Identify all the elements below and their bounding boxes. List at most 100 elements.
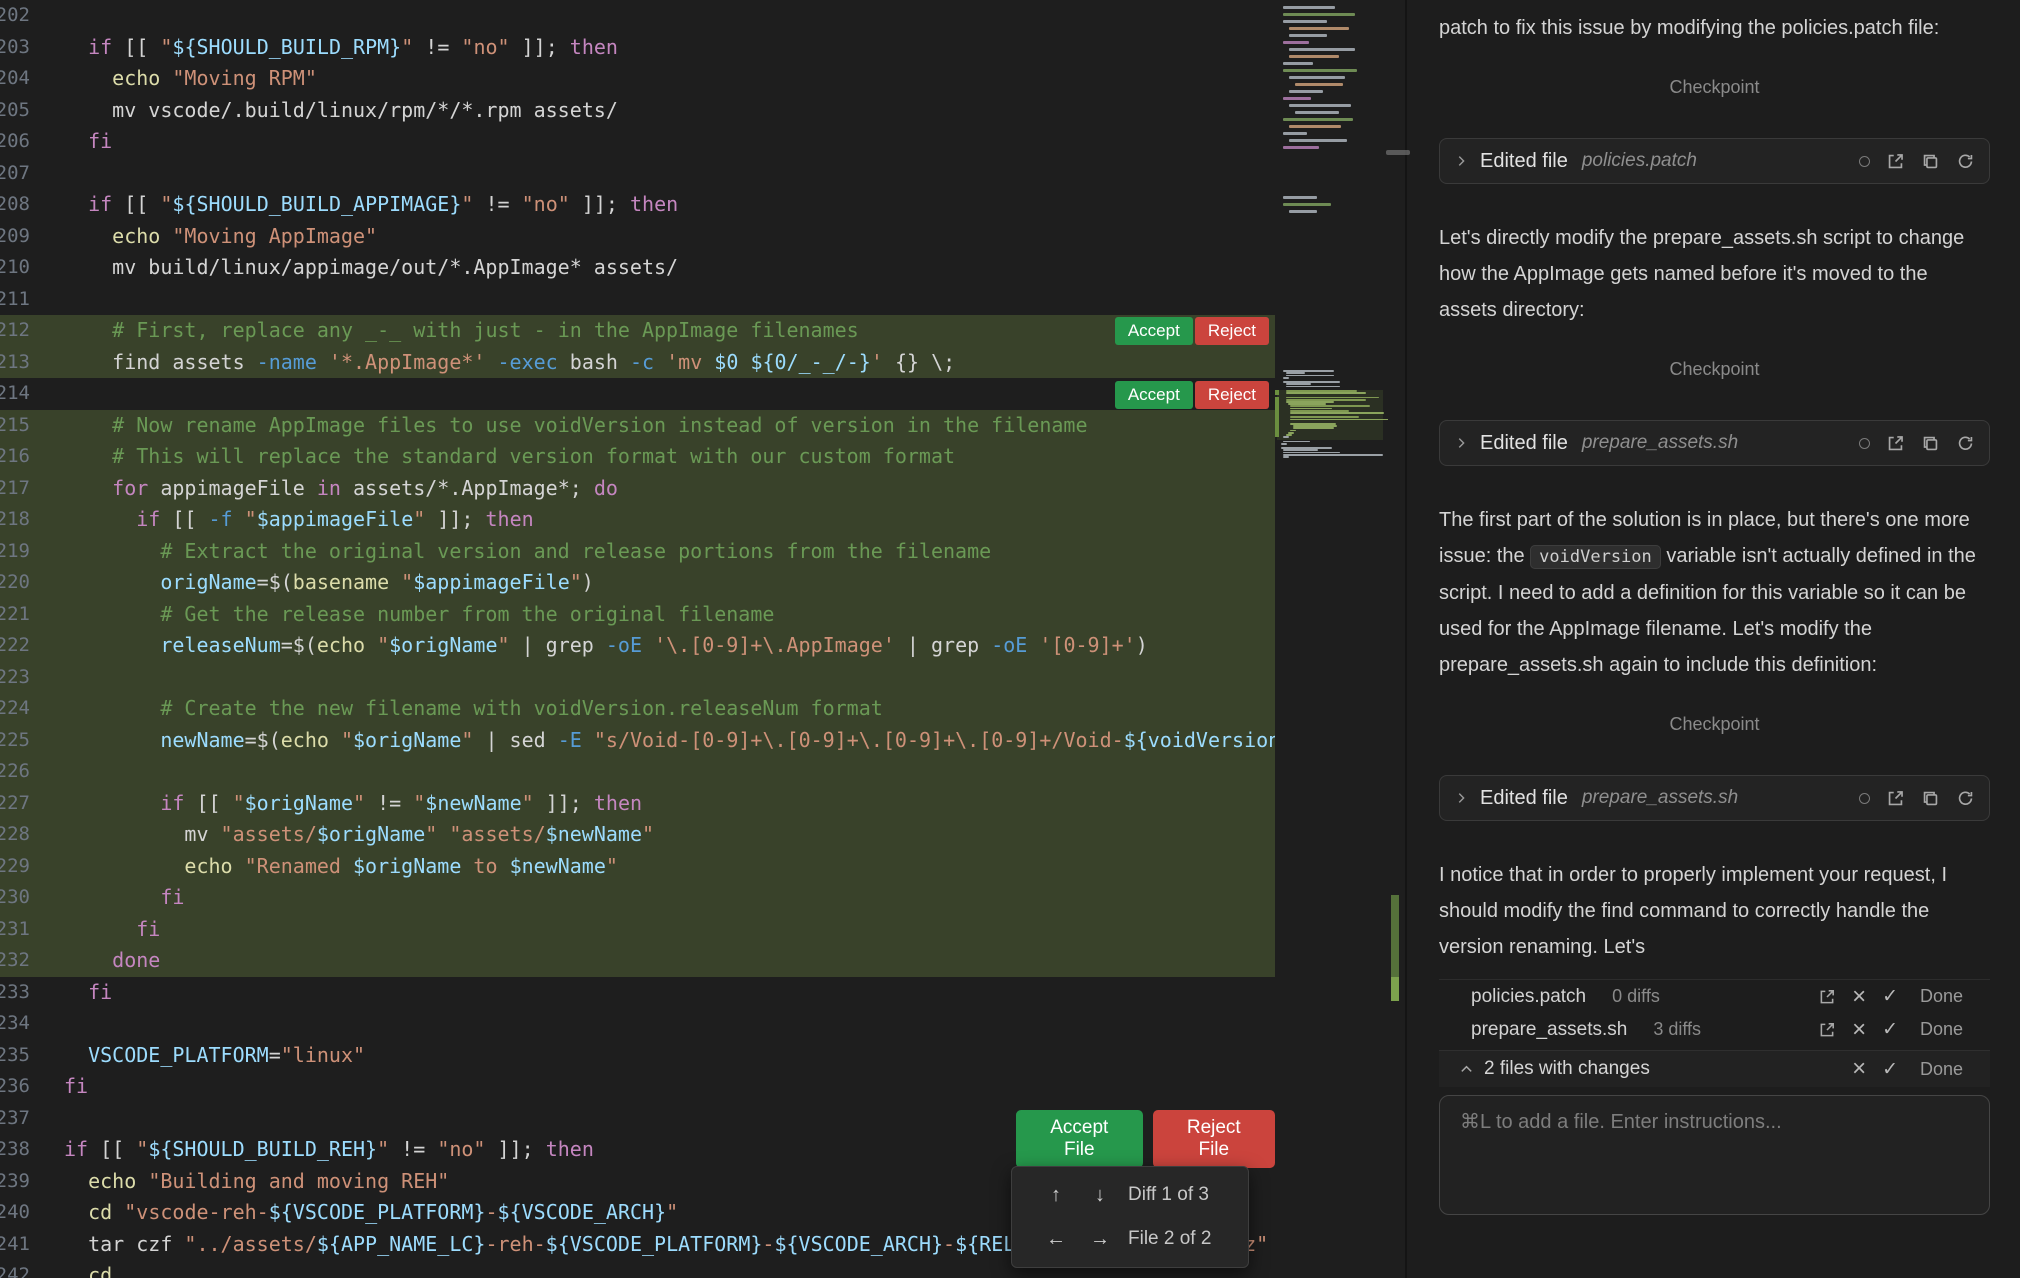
reapply-icon[interactable] [1956,434,1975,453]
code-line[interactable]: 217 for appimageFile in assets/*.AppImag… [0,473,1275,505]
files-summary-bar[interactable]: 2 files with changes × ✓ Done [1439,1050,1990,1087]
accept-diff-button[interactable]: Accept [1115,317,1193,345]
code-line[interactable]: 235 VSCODE_PLATFORM="linux" [0,1040,1275,1072]
code-line[interactable]: 223 [0,662,1275,694]
arrow-right-icon[interactable]: → [1086,1228,1114,1251]
code-line[interactable]: 222 releaseNum=$(echo "$origName" | grep… [0,630,1275,662]
diff-counter: Diff 1 of 3 [1128,1184,1209,1206]
code-line[interactable]: 231 fi [0,914,1275,946]
reject-file-button[interactable]: Reject File [1153,1110,1275,1168]
edited-file-card[interactable]: Edited file prepare_assets.sh [1439,775,1990,821]
code-line[interactable]: 228 mv "assets/$origName" "assets/$newNa… [0,819,1275,851]
minimap-code-mark [1283,62,1313,65]
chevron-up-icon[interactable] [1459,1062,1474,1077]
open-diff-icon[interactable] [1886,789,1905,808]
line-number: 213 [0,347,30,379]
arrow-down-icon[interactable]: ↓ [1086,1184,1114,1207]
code-line[interactable]: 209 echo "Moving AppImage" [0,221,1275,253]
code-line[interactable]: 226 [0,756,1275,788]
file-level-actions: Accept File Reject File [1016,1110,1275,1168]
minimap[interactable] [1275,0,1388,1278]
code-line[interactable]: 219 # Extract the original version and r… [0,536,1275,568]
code-line[interactable]: 205 mv vscode/.build/linux/rpm/*/*.rpm a… [0,95,1275,127]
code-line[interactable]: 225 newName=$(echo "$origName" | sed -E … [0,725,1275,757]
chat-input[interactable] [1458,1110,1975,1135]
open-diff-icon[interactable] [1886,434,1905,453]
minimap-code-mark [1289,27,1349,30]
assistant-message: patch to fix this issue by modifying the… [1439,10,1990,46]
code-line[interactable]: 206 fi [0,126,1275,158]
line-number: 225 [0,725,30,757]
line-number: 228 [0,819,30,851]
code-line[interactable]: 208 if [[ "${SHOULD_BUILD_APPIMAGE}" != … [0,189,1275,221]
code-line[interactable]: 230 fi [0,882,1275,914]
reapply-icon[interactable] [1956,152,1975,171]
reject-all-icon[interactable]: × [1852,1059,1866,1079]
code-line[interactable]: 212 # First, replace any _-_ with just -… [0,315,1275,347]
code-line[interactable]: 227 if [[ "$origName" != "$newName" ]]; … [0,788,1275,820]
code-line[interactable]: 210 mv build/linux/appimage/out/*.AppIma… [0,252,1275,284]
code-line[interactable]: 218 if [[ -f "$appimageFile" ]]; then [0,504,1275,536]
code-line[interactable]: 221 # Get the release number from the or… [0,599,1275,631]
code-editor[interactable]: 202203 if [[ "${SHOULD_BUILD_RPM}" != "n… [0,0,1275,1278]
code-line[interactable]: 236fi [0,1071,1275,1103]
copy-icon[interactable] [1921,434,1940,453]
line-number: 232 [0,945,30,977]
file-name: policies.patch [1471,986,1586,1008]
minimap-code-mark [1289,48,1355,51]
line-number: 221 [0,599,30,631]
copy-icon[interactable] [1921,152,1940,171]
code-line[interactable]: 233 fi [0,977,1275,1009]
card-title: Edited file [1480,432,1568,455]
edited-file-card[interactable]: Edited file prepare_assets.sh [1439,420,1990,466]
code-line[interactable]: 232 done [0,945,1275,977]
chat-input-box[interactable] [1439,1095,1990,1215]
arrow-up-icon[interactable]: ↑ [1042,1184,1070,1207]
minimap-code-mark [1283,146,1319,149]
code-line[interactable]: 224 # Create the new filename with voidV… [0,693,1275,725]
code-line[interactable]: 220 origName=$(basename "$appimageFile") [0,567,1275,599]
accept-all-icon[interactable]: ✓ [1882,1058,1898,1081]
reject-all-icon[interactable]: × [1852,987,1866,1007]
accept-all-icon[interactable]: ✓ [1882,985,1898,1008]
reject-diff-button[interactable]: Reject [1195,381,1269,409]
open-diff-icon[interactable] [1886,152,1905,171]
arrow-left-icon[interactable]: ← [1042,1228,1070,1251]
accept-all-icon[interactable]: ✓ [1882,1018,1898,1041]
code-line[interactable]: 204 echo "Moving RPM" [0,63,1275,95]
chevron-right-icon [1454,436,1468,450]
file-change-row[interactable]: policies.patch 0 diffs × ✓ Done [1439,980,1990,1013]
code-line[interactable]: 202 [0,0,1275,32]
edited-file-card[interactable]: Edited file policies.patch [1439,138,1990,184]
diff-overview-marker [1391,895,1399,977]
file-changes-list: policies.patch 0 diffs × ✓ Done prepare_… [1439,979,1990,1046]
status-dot-icon [1859,793,1870,804]
line-number: 231 [0,914,30,946]
code-line[interactable]: 234 [0,1008,1275,1040]
accept-diff-button[interactable]: Accept [1115,381,1193,409]
code-line[interactable]: 214 [0,378,1275,410]
reapply-icon[interactable] [1956,789,1975,808]
minimap-code-mark [1286,386,1340,388]
code-line[interactable]: 203 if [[ "${SHOULD_BUILD_RPM}" != "no" … [0,32,1275,64]
copy-icon[interactable] [1921,789,1940,808]
code-line[interactable]: 229 echo "Renamed $origName to $newName" [0,851,1275,883]
file-counter: File 2 of 2 [1128,1228,1211,1250]
assistant-message: I notice that in order to properly imple… [1439,857,1990,965]
code-line[interactable]: 216 # This will replace the standard ver… [0,441,1275,473]
line-number: 204 [0,63,30,95]
code-line[interactable]: 213 find assets -name '*.AppImage*' -exe… [0,347,1275,379]
scrollbar-handle[interactable] [1386,150,1410,155]
reject-diff-button[interactable]: Reject [1195,317,1269,345]
file-change-row[interactable]: prepare_assets.sh 3 diffs × ✓ Done [1439,1013,1990,1046]
code-line[interactable]: 211 [0,284,1275,316]
accept-file-button[interactable]: Accept File [1016,1110,1143,1168]
line-number: 242 [0,1260,30,1278]
open-diff-icon[interactable] [1818,1021,1836,1039]
reject-all-icon[interactable]: × [1852,1020,1866,1040]
code-line[interactable]: 215 # Now rename AppImage files to use v… [0,410,1275,442]
diff-block-actions-2: Accept Reject [1115,381,1269,409]
open-diff-icon[interactable] [1818,988,1836,1006]
line-number: 230 [0,882,30,914]
code-line[interactable]: 207 [0,158,1275,190]
